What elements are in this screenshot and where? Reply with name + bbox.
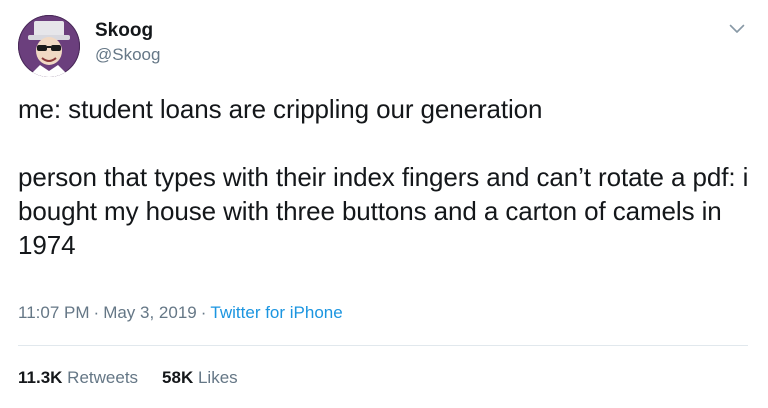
meta-separator: · [93, 303, 100, 322]
display-name[interactable]: Skoog [95, 20, 153, 42]
avatar[interactable] [18, 15, 80, 77]
retweets-count: 11.3K [18, 368, 63, 387]
tweet-text: me: student loans are crippling our gene… [18, 92, 753, 262]
tweet-time[interactable]: 11:07 PM [18, 303, 90, 322]
tweet-date[interactable]: May 3, 2019 [103, 303, 197, 322]
user-handle[interactable]: @Skoog [95, 45, 160, 65]
retweets-label: Retweets [67, 368, 139, 387]
tweet-source-link[interactable]: Twitter for iPhone [210, 303, 342, 322]
chevron-down-icon[interactable] [726, 18, 748, 40]
divider [18, 345, 748, 346]
tweet-text-line-1: me: student loans are crippling our gene… [18, 94, 543, 124]
likes-label: Likes [197, 368, 238, 387]
tweet-meta: 11:07 PM · May 3, 2019 · Twitter for iPhone [18, 303, 343, 323]
likes-stat[interactable]: 58K Likes [162, 368, 238, 387]
meta-separator: · [200, 303, 207, 322]
user-avatar-icon [18, 15, 80, 77]
tweet-text-line-2: person that types with their index finge… [18, 162, 756, 260]
likes-count: 58K [162, 368, 194, 387]
tweet-stats: 11.3K Retweets 58K Likes [18, 368, 238, 388]
tweet-card: Skoog @Skoog me: student loans are cripp… [0, 0, 768, 408]
retweets-stat[interactable]: 11.3K Retweets [18, 368, 138, 387]
